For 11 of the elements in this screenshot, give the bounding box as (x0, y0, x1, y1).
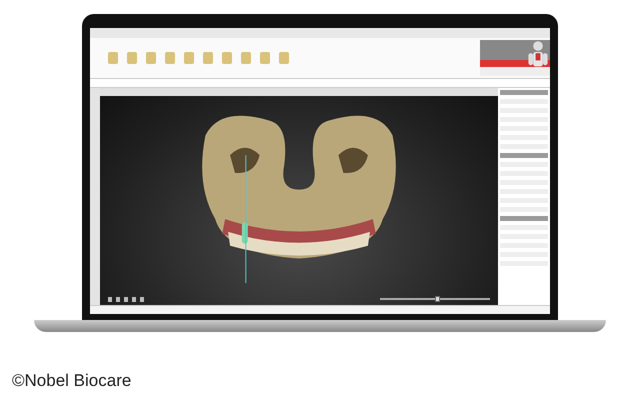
toolbar-icon[interactable] (146, 52, 156, 64)
toolbar-icon[interactable] (184, 52, 194, 64)
copyright-caption: ©Nobel Biocare (12, 371, 132, 391)
toolbar-icon[interactable] (108, 52, 118, 64)
toolbar-icon[interactable] (127, 52, 137, 64)
toolbar-icon[interactable] (241, 52, 251, 64)
toolbar-icon[interactable] (203, 52, 213, 64)
toolbar-icon[interactable] (260, 52, 270, 64)
toolbar-icon[interactable] (222, 52, 232, 64)
toolbar-icon[interactable] (165, 52, 175, 64)
toolbar-icon[interactable] (279, 52, 289, 64)
